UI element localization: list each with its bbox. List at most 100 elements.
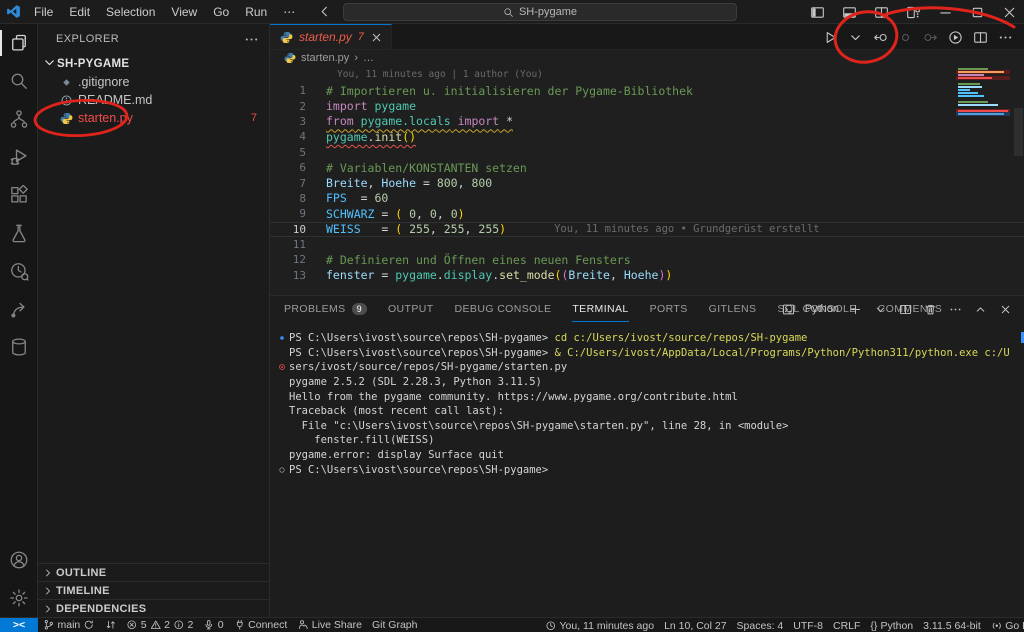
section-dependencies[interactable]: DEPENDENCIES — [38, 599, 269, 617]
panel-more-button[interactable] — [946, 299, 964, 319]
panel-close-sm-button[interactable] — [996, 299, 1014, 319]
panel-tab-problems[interactable]: PROBLEMS9 — [284, 296, 367, 322]
live-share-status[interactable]: Live Share — [292, 618, 367, 632]
audio-status-mic-icon — [203, 619, 215, 631]
activity-extensions[interactable] — [0, 176, 38, 214]
win-close-button[interactable] — [994, 0, 1024, 24]
menu-⋯[interactable]: ⋯ — [275, 1, 303, 23]
panel-tab-debug-console[interactable]: DEBUG CONSOLE — [455, 296, 552, 322]
panel-split-editor-button[interactable] — [896, 299, 914, 319]
sql-connect-connect-icon — [234, 619, 246, 631]
current-change[interactable] — [894, 26, 916, 48]
run-or-debug[interactable] — [944, 26, 966, 48]
file-readme-md[interactable]: README.md — [38, 91, 269, 109]
layout-custom-button[interactable] — [898, 0, 928, 24]
menu-selection[interactable]: Selection — [98, 1, 163, 23]
panel-plus-button[interactable] — [846, 299, 864, 319]
explorer-more-button[interactable] — [244, 32, 259, 47]
terminal-output[interactable]: PS C:\Users\ivost\source\repos\SH-pygame… — [274, 331, 1020, 615]
breadcrumb[interactable]: starten.py › … — [270, 50, 1024, 66]
panel-chev-down-button[interactable] — [871, 299, 889, 319]
activity-run-and-debug[interactable] — [0, 138, 38, 176]
minimap-row — [956, 95, 1010, 97]
layout-split-button[interactable] — [866, 0, 896, 24]
blame-status[interactable]: You, 11 minutes ago — [540, 618, 659, 632]
minimap-row — [956, 101, 1010, 103]
indentation[interactable]: Spaces: 4 — [732, 618, 789, 632]
more-actions[interactable] — [994, 26, 1016, 48]
language-mode[interactable]: {}Python — [865, 618, 918, 632]
encoding[interactable]: UTF-8 — [788, 618, 828, 632]
status-bar: ><main 5220ConnectLive ShareGit Graph You… — [0, 617, 1024, 632]
remote-indicator[interactable]: >< — [0, 618, 38, 632]
panel-trash-button[interactable] — [921, 299, 939, 319]
python-interpreter[interactable]: 3.11.5 64-bit — [918, 618, 986, 632]
split-editor[interactable] — [969, 26, 991, 48]
root-chevron-icon — [42, 55, 57, 70]
audio-status[interactable]: 0 — [198, 618, 228, 632]
activity-live-share[interactable] — [0, 290, 38, 328]
section-outline[interactable]: OUTLINE — [38, 563, 269, 581]
terminal-label[interactable]: Python — [805, 303, 839, 315]
file-label: starten.py — [78, 111, 133, 125]
section-timeline[interactable]: TIMELINE — [38, 581, 269, 599]
run-button[interactable] — [819, 26, 841, 48]
activity-testing[interactable] — [0, 214, 38, 252]
command-center-search[interactable]: SH-pygame — [343, 3, 737, 21]
activity-explorer[interactable] — [0, 24, 38, 62]
activity-source-control[interactable] — [0, 100, 38, 138]
go-live-golive-icon — [991, 620, 1003, 632]
win-min-button[interactable] — [930, 0, 960, 24]
branch-status[interactable]: main — [38, 618, 100, 632]
editor-scrollbar[interactable] — [1014, 108, 1023, 156]
activity-search[interactable] — [0, 62, 38, 100]
search-value: SH-pygame — [519, 6, 577, 18]
terminal-line: pygame 2.5.2 (SDL 2.28.3, Python 3.11.5) — [274, 375, 1020, 390]
live-share-status-liveshare-icon — [297, 619, 309, 631]
menu-view[interactable]: View — [163, 1, 205, 23]
panel-tab-ports[interactable]: PORTS — [650, 296, 688, 322]
sql-connect[interactable]: Connect — [229, 618, 293, 632]
previous-change[interactable] — [869, 26, 891, 48]
tab-starten-py[interactable]: starten.py 7 — [270, 24, 392, 49]
panel-tab-gitlens[interactable]: GITLENS — [709, 296, 757, 322]
line-number: 2 — [270, 100, 306, 113]
activity-database[interactable] — [0, 328, 38, 366]
menu-go[interactable]: Go — [205, 1, 237, 23]
next-change[interactable] — [919, 26, 941, 48]
panel-tab-terminal[interactable]: TERMINAL — [572, 296, 628, 322]
cursor-position[interactable]: Ln 10, Col 27 — [659, 618, 731, 632]
panel-trash-icon — [924, 303, 937, 316]
menu-run[interactable]: Run — [237, 1, 275, 23]
minimap[interactable] — [956, 68, 1010, 115]
activity-accounts[interactable] — [0, 541, 38, 579]
problems-status[interactable]: 522 — [121, 618, 198, 632]
file-starten-py[interactable]: starten.py7 — [38, 109, 269, 127]
panel-tab-output[interactable]: OUTPUT — [388, 296, 434, 322]
layout-sidebar-button[interactable] — [802, 0, 832, 24]
go-live[interactable]: Go Live — [986, 618, 1024, 632]
live-share-icon — [9, 299, 29, 319]
win-max-button[interactable] — [962, 0, 992, 24]
code-line-3: 3from pygame.locals import * — [270, 114, 1024, 129]
menu-file[interactable]: File — [26, 1, 61, 23]
code-editor[interactable]: 1# Importieren u. initialisieren der Pyg… — [270, 83, 1024, 295]
branch-status-branch-icon — [43, 619, 55, 631]
minimap-row — [956, 113, 1010, 115]
activity-settings[interactable] — [0, 579, 38, 617]
tab-close-button[interactable] — [370, 31, 383, 44]
compare-branch[interactable] — [100, 618, 122, 632]
workspace-root-folder[interactable]: SH-PYGAME — [38, 54, 269, 73]
panel-chev-up-button[interactable] — [971, 299, 989, 319]
breadcrumb-more: … — [363, 52, 374, 64]
go-back-button[interactable] — [317, 4, 332, 19]
layout-panel-button[interactable] — [834, 0, 864, 24]
file--gitignore[interactable]: .gitignore — [38, 73, 269, 91]
menu-edit[interactable]: Edit — [61, 1, 98, 23]
eol[interactable]: CRLF — [828, 618, 865, 632]
run-dropdown[interactable] — [844, 26, 866, 48]
back-arrow-icon — [317, 4, 332, 19]
activity-gitlens[interactable] — [0, 252, 38, 290]
git-graph[interactable]: Git Graph — [367, 618, 423, 632]
line-number: 11 — [270, 238, 306, 251]
